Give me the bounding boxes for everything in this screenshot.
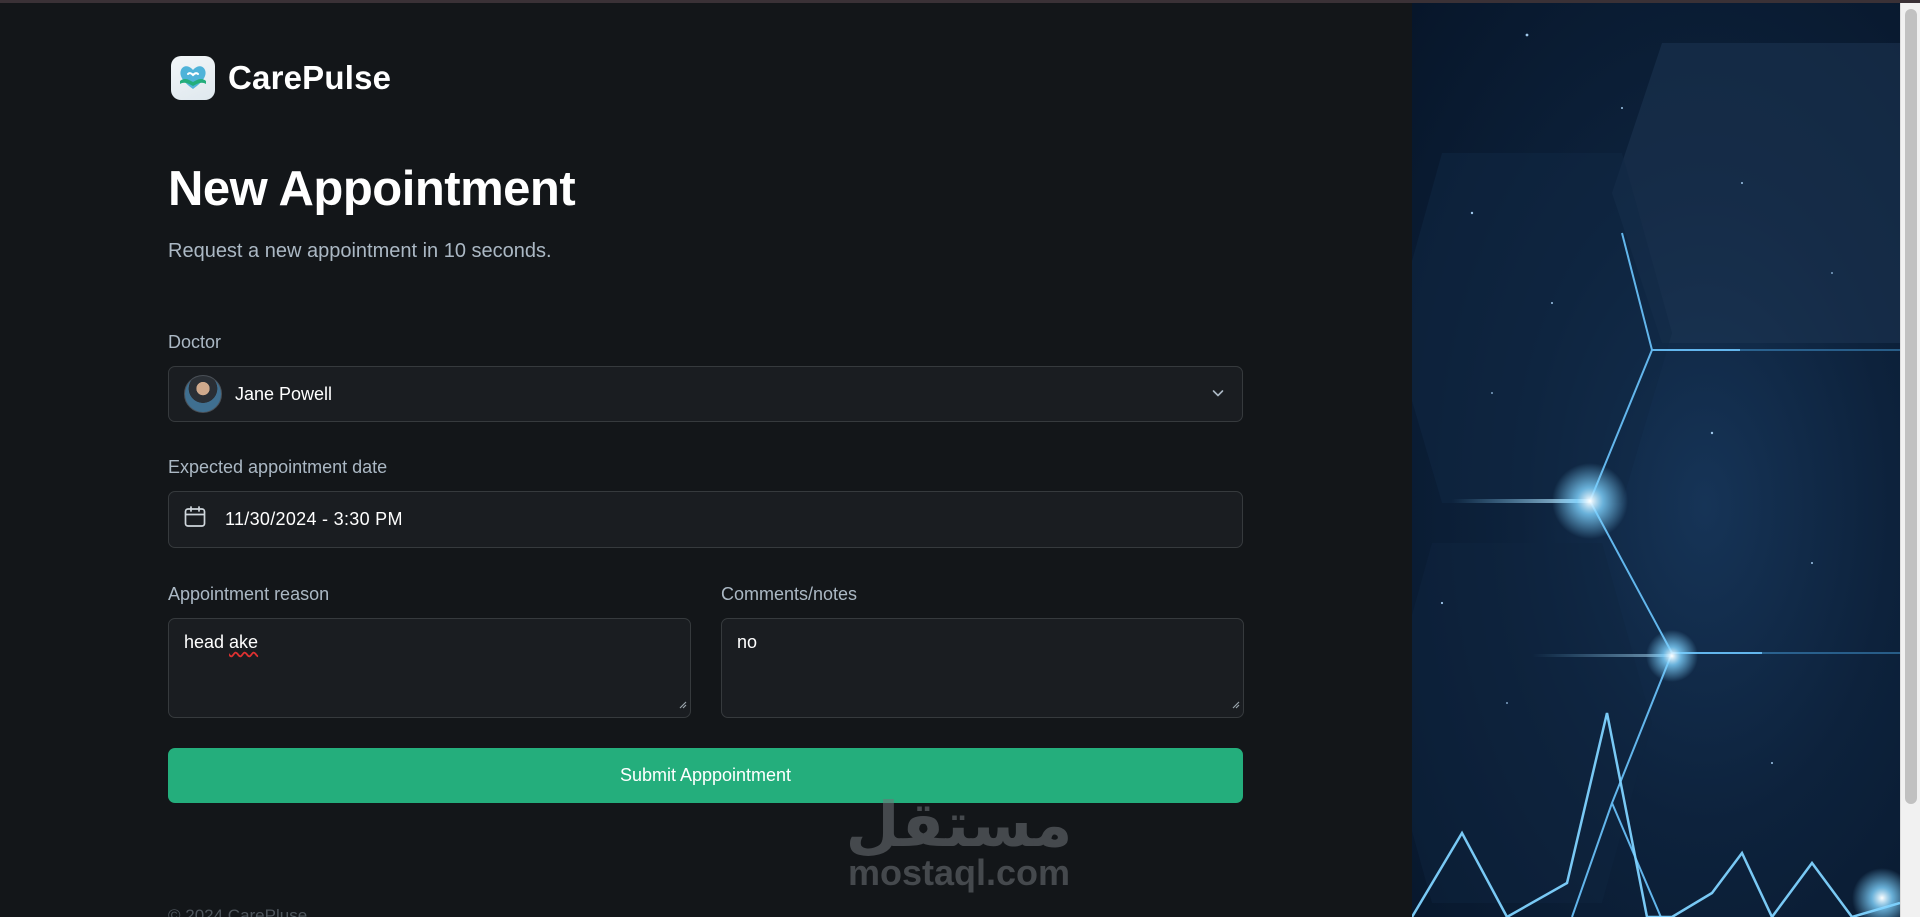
watermark: مستقل mostaql.com	[843, 793, 1075, 893]
watermark-latin: mostaql.com	[847, 852, 1071, 893]
page-subtitle: Request a new appointment in 10 seconds.	[168, 240, 552, 262]
date-label: Expected appointment date	[168, 457, 388, 477]
brand-name: CarePulse	[228, 59, 392, 96]
appointment-reason-textarea[interactable]: head ake	[168, 618, 691, 718]
doctor-select-value: Jane Powell	[235, 383, 333, 404]
reason-text: head	[184, 632, 230, 652]
doctor-avatar	[184, 375, 222, 413]
notes-label: Comments/notes	[721, 584, 858, 604]
copyright: © 2024 CarePluse	[168, 906, 308, 917]
appointment-date-picker[interactable]: 11/30/2024 - 3:30 PM	[168, 491, 1243, 548]
watermark-arabic: مستقل	[845, 788, 1073, 861]
notes-text: no	[737, 632, 758, 652]
reason-misspelled-word: ake	[229, 632, 259, 652]
chevron-down-icon	[1210, 385, 1226, 406]
page-title: New Appointment	[168, 162, 576, 216]
vertical-scrollbar[interactable]	[1900, 3, 1920, 917]
scrollbar-thumb[interactable]	[1905, 9, 1917, 804]
resize-grip-icon[interactable]	[1230, 693, 1240, 714]
brand: CarePulse	[171, 56, 391, 100]
reason-label: Appointment reason	[168, 584, 330, 604]
hero-image	[1412, 3, 1900, 917]
doctor-label: Doctor	[168, 332, 222, 352]
appointment-date-value: 11/30/2024 - 3:30 PM	[225, 509, 403, 529]
resize-grip-icon[interactable]	[677, 693, 687, 714]
calendar-icon	[183, 505, 207, 534]
submit-appointment-button[interactable]: Submit Apppointment	[168, 748, 1243, 803]
doctor-select[interactable]: Jane Powell	[168, 366, 1243, 422]
heart-hands-icon	[171, 56, 215, 100]
appointment-form-panel: CarePulse New Appointment Request a new …	[0, 3, 1412, 917]
comments-notes-textarea[interactable]: no	[721, 618, 1244, 718]
